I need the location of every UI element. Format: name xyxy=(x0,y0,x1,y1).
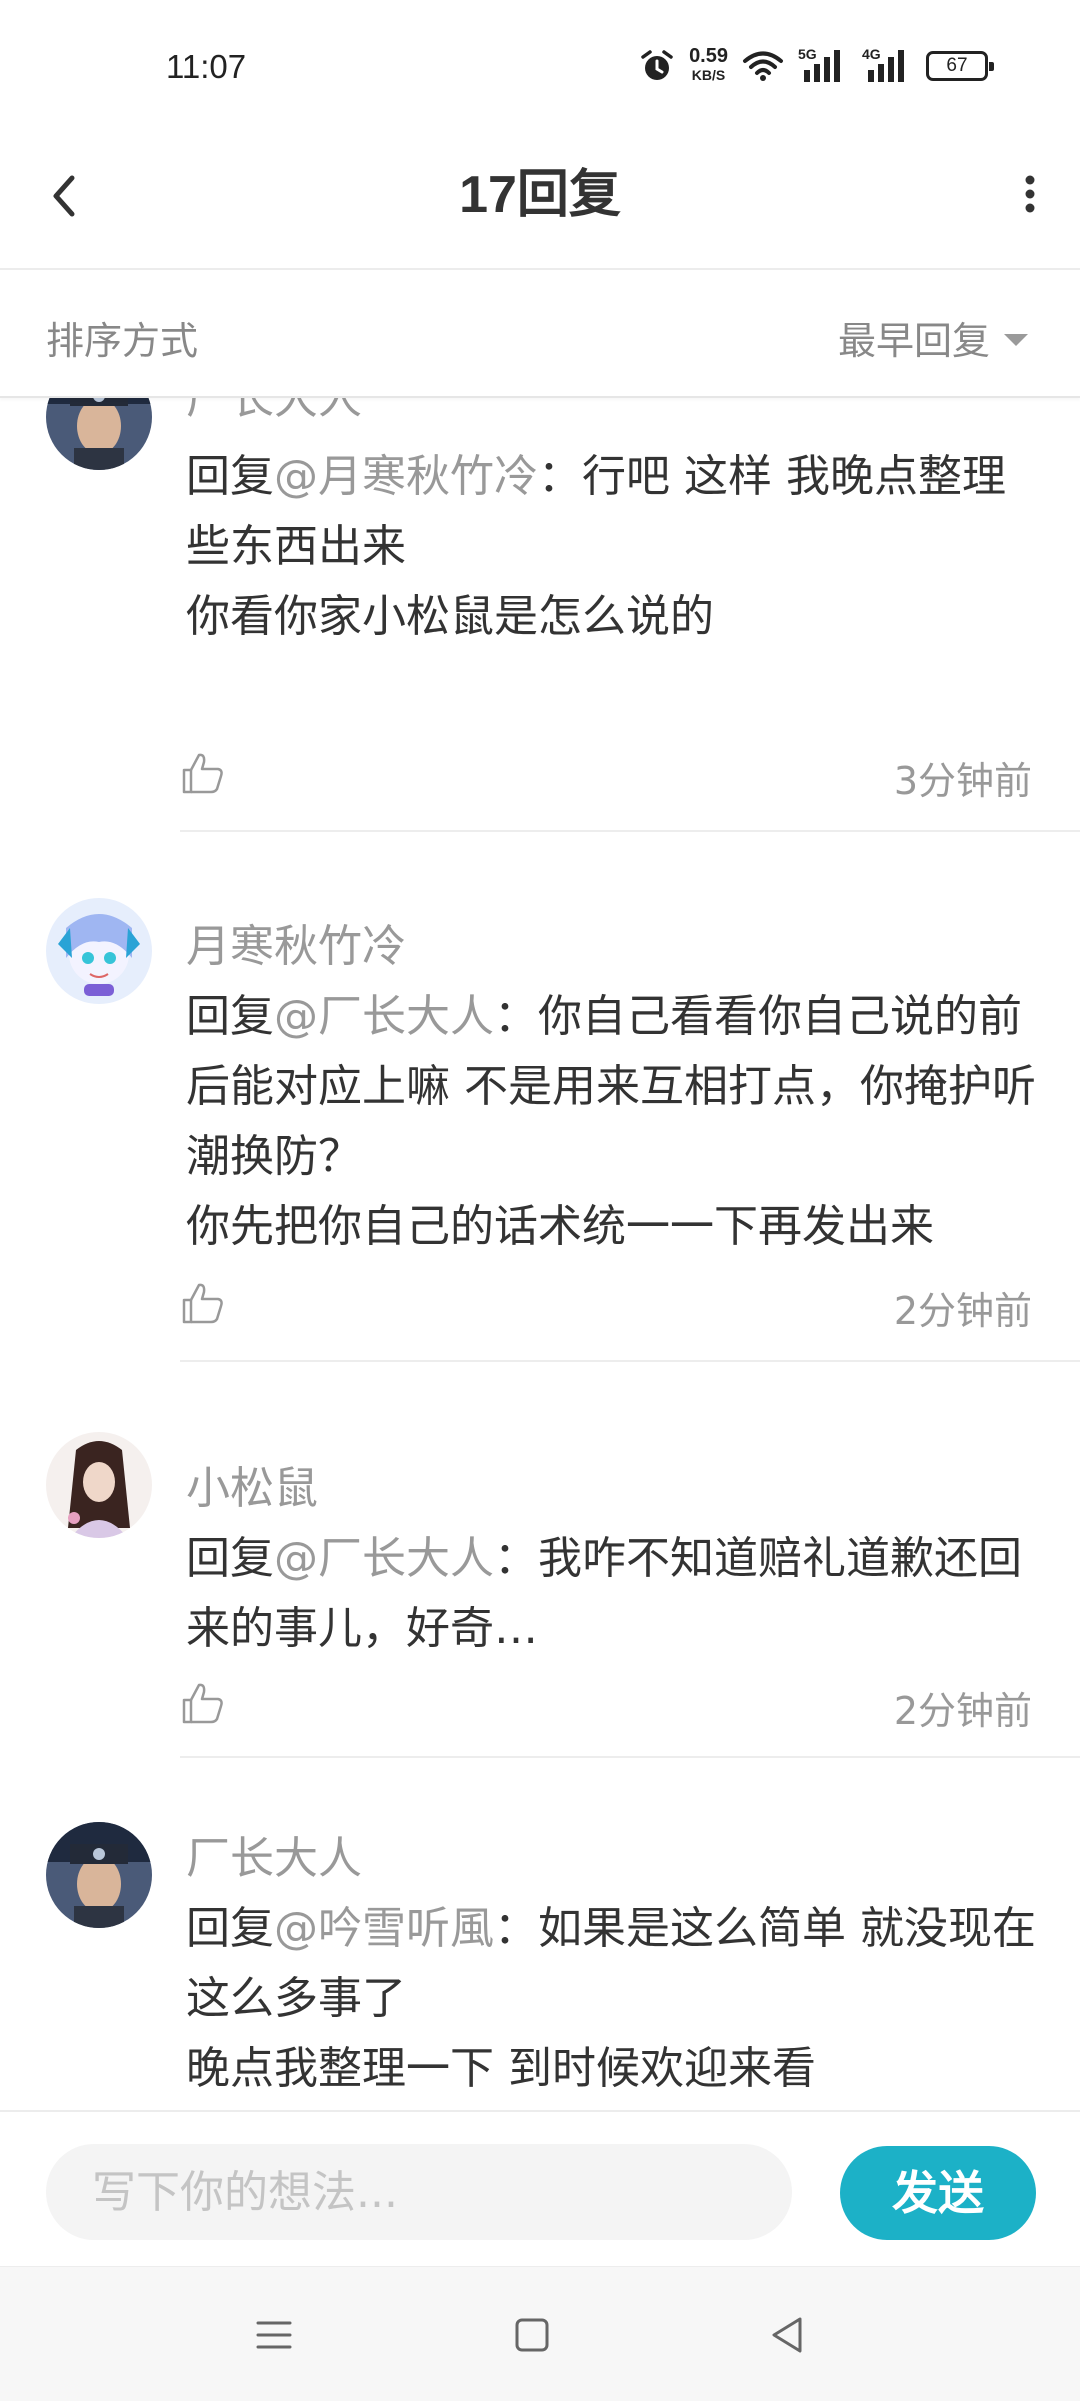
comment-time: 2分钟前 xyxy=(893,1289,1032,1333)
network-speed-unit: KB/S xyxy=(691,67,726,83)
top-app-bar: 17回复 xyxy=(0,120,1080,270)
status-time: 11:07 xyxy=(166,48,247,85)
comment-time: 2分钟前 xyxy=(893,1689,1032,1733)
comment-body: 回复@吟雪听風：如果是这么简单 就没现在这么多事了 晚点我整理一下 到时候欢迎来… xyxy=(186,1894,1036,2104)
mention-link[interactable]: @厂长大人 xyxy=(274,1533,494,1584)
signal-bars-icon xyxy=(868,50,904,82)
reply-input[interactable] xyxy=(46,2144,792,2240)
sort-selected: 最早回复 xyxy=(837,319,990,363)
alarm-icon xyxy=(641,50,673,80)
avatar[interactable] xyxy=(46,1432,152,1538)
network-speed: 0.59 KB/S xyxy=(689,45,728,85)
reply-input-bar: 发送 xyxy=(0,2110,1080,2264)
reply-prefix: 回复 xyxy=(186,1903,274,1954)
status-bar: 11:07 0.59 KB/S 5G 4G 67 xyxy=(0,0,1080,120)
divider xyxy=(180,1360,1080,1362)
sort-bar: 排序方式 最早回复 xyxy=(0,270,1080,398)
mention-link[interactable]: @月寒秋竹冷 xyxy=(274,451,538,502)
square-home-icon[interactable] xyxy=(508,2311,556,2359)
page-title: 17回复 xyxy=(459,166,621,224)
signal-4g: 4G xyxy=(862,46,912,84)
menu-icon[interactable] xyxy=(250,2311,298,2359)
mention-link[interactable]: @厂长大人 xyxy=(274,991,494,1042)
mention-link[interactable]: @吟雪听風 xyxy=(274,1903,494,1954)
status-icons: 0.59 KB/S 5G 4G 67 xyxy=(639,44,994,88)
avatar[interactable] xyxy=(46,398,152,470)
divider xyxy=(180,1756,1080,1758)
battery-level: 67 xyxy=(946,55,968,76)
signal-bars-icon xyxy=(804,50,840,82)
reply-prefix: 回复 xyxy=(186,451,274,502)
sort-label: 排序方式 xyxy=(46,319,199,363)
battery-icon: 67 xyxy=(926,51,994,81)
comment-author[interactable]: 厂长大人 xyxy=(186,1822,362,1886)
reply-prefix: 回复 xyxy=(186,991,274,1042)
network-speed-value: 0.59 xyxy=(689,45,728,67)
comment-body: 回复@月寒秋竹冷：行吧 这样 我晚点整理些东西出来 你看你家小松鼠是怎么说的 xyxy=(186,442,1036,652)
thumbs-up-icon[interactable] xyxy=(180,1680,226,1726)
comment-list[interactable]: 厂长大人 回复@月寒秋竹冷：行吧 这样 我晚点整理些东西出来 你看你家小松鼠是怎… xyxy=(0,398,1080,2108)
comment-time: 3分钟前 xyxy=(893,759,1032,803)
send-button[interactable]: 发送 xyxy=(840,2146,1036,2240)
avatar[interactable] xyxy=(46,1822,152,1928)
reply-prefix: 回复 xyxy=(186,1533,274,1584)
system-nav-bar xyxy=(0,2266,1080,2401)
comment-author[interactable]: 厂长大人 xyxy=(186,398,362,426)
caret-down-icon xyxy=(1004,333,1028,346)
signal-5g: 5G xyxy=(798,46,848,84)
avatar[interactable] xyxy=(46,898,152,1004)
more-options-button[interactable] xyxy=(998,154,1062,234)
comment-author[interactable]: 月寒秋竹冷 xyxy=(186,910,406,974)
more-vertical-icon xyxy=(1025,175,1035,213)
triangle-back-icon[interactable] xyxy=(764,2311,812,2359)
divider xyxy=(180,830,1080,832)
comment-body: 回复@厂长大人：你自己看看你自己说的前后能对应上嘛 不是用来互相打点，你掩护听潮… xyxy=(186,982,1036,1262)
thumbs-up-icon[interactable] xyxy=(180,1280,226,1326)
wifi-icon xyxy=(743,51,783,81)
comment-body: 回复@厂长大人：我咋不知道赔礼道歉还回来的事儿，好奇… xyxy=(186,1524,1036,1664)
comment-author[interactable]: 小松鼠 xyxy=(186,1452,318,1516)
thumbs-up-icon[interactable] xyxy=(180,750,226,796)
sort-dropdown[interactable]: 最早回复 xyxy=(838,310,1028,365)
